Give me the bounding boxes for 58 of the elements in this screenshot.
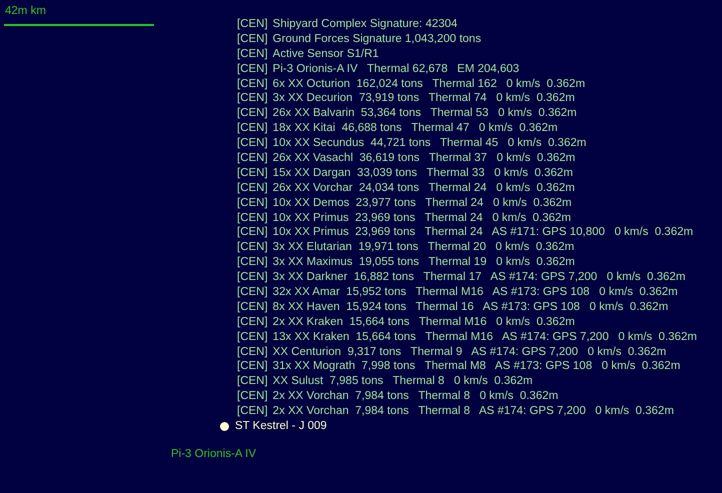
contact-tag: [CEN]: [237, 330, 268, 345]
contact-label: 10x XX Primus 23,969 tons Thermal 24 0 km/s 0.362m: [272, 210, 571, 226]
contact-tag: [CEN]: [237, 270, 268, 286]
planet-label: Pi-3 Orionis-A IV: [171, 447, 256, 461]
contact-tag: [CEN]: [237, 300, 268, 315]
contact-label: 2x XX Vorchan 7,984 tons Thermal 8 AS #174: GPS 7,200 0 km/s 0.362m: [272, 404, 674, 420]
contact-tag: [CEN]: [237, 285, 268, 300]
contact-tag: [CEN]: [237, 46, 268, 62]
contact-label: 26x XX Vasachl 36,619 tons Thermal 37 0 km/s 0.362m: [272, 151, 576, 166]
contact-tag: [CEN]: [237, 196, 268, 211]
contact-tag: [CEN]: [237, 121, 268, 136]
contact-label: Shipyard Complex Signature: 42304: [272, 17, 458, 32]
contact-tag: [CEN]: [237, 76, 268, 92]
contact-label: 31x XX Mograth 7,998 tons Thermal M8 AS #173: GPS 108 0 km/s 0.362m: [272, 359, 680, 374]
contact-tag: [CEN]: [237, 359, 268, 374]
contact-label: 3x XX Darkner 16,882 tons Thermal 17 AS #174: GPS 7,200 0 km/s 0.362m: [272, 270, 686, 286]
fleet-label: ST Kestrel - J 009: [235, 419, 327, 434]
fleet-icon[interactable]: [220, 422, 229, 432]
contact-tag: [CEN]: [237, 314, 268, 330]
contact-tag: [CEN]: [237, 91, 268, 106]
contact-label: XX Centurion 9,317 tons Thermal 9 AS #174: GPS 7,200 0 km/s 0.362m: [272, 344, 666, 360]
contact-label: 18x XX Kitai 46,688 tons Thermal 47 0 km/s 0.362m: [272, 121, 558, 136]
contact-label: 3x XX Maximus 19,055 tons Thermal 19 0 km/s 0.362m: [272, 255, 575, 270]
contact-label: 3x XX Elutarian 19,971 tons Thermal 20 0 km/s 0.362m: [272, 240, 574, 256]
contact-label: 32x XX Amar 15,952 tons Thermal M16 AS #173: GPS 108 0 km/s 0.362m: [272, 285, 678, 300]
contact-tag: [CEN]: [237, 225, 268, 240]
contact-label: Pi-3 Orionis-A IV Thermal 62,678 EM 204,603: [272, 62, 520, 77]
contact-label: 13x XX Kraken 15,664 tons Thermal M16 AS #174: GPS 7,200 0 km/s 0.362m: [272, 330, 697, 345]
scale-label: 42m km: [5, 4, 46, 18]
contact-label: Ground Forces Signature 1,043,200 tons: [272, 32, 482, 47]
contact-label: Active Sensor S1/R1: [272, 46, 379, 62]
contact-tag: [CEN]: [237, 151, 268, 166]
contact-tag: [CEN]: [237, 389, 268, 404]
contact-label: 26x XX Vorchar 24,034 tons Thermal 24 0 km/s 0.362m: [272, 180, 575, 196]
contact-tag: [CEN]: [237, 17, 268, 32]
contact-tag: [CEN]: [237, 240, 268, 256]
contact-label: 8x XX Haven 15,924 tons Thermal 16 AS #173: GPS 108 0 km/s 0.362m: [272, 300, 668, 315]
contact-label: 10x XX Primus 23,969 tons Thermal 24 AS #171: GPS 10,800 0 km/s 0.362m: [272, 225, 694, 240]
contact-tag: [CEN]: [237, 344, 268, 360]
contact-label: 15x XX Dargan 33,039 tons Thermal 33 0 km/s 0.362m: [272, 166, 573, 181]
contact-tag: [CEN]: [237, 255, 268, 270]
contact-label: 10x XX Secundus 44,721 tons Thermal 45 0 km/s 0.362m: [272, 136, 586, 152]
contact-tag: [CEN]: [237, 136, 268, 152]
contact-tag: [CEN]: [237, 32, 268, 47]
contact-label: 10x XX Demos 23,977 tons Thermal 24 0 km/s 0.362m: [272, 196, 572, 211]
contact-tag: [CEN]: [237, 106, 268, 122]
contact-label: 3x XX Decurion 73,919 tons Thermal 74 0 km/s 0.362m: [272, 91, 575, 106]
contact-tag: [CEN]: [237, 210, 268, 226]
contact-tag: [CEN]: [237, 180, 268, 196]
contact-label: 2x XX Kraken 15,664 tons Thermal M16 0 km/s 0.362m: [272, 314, 575, 330]
contact-tag: [CEN]: [237, 62, 268, 77]
contact-label: 2x XX Vorchan 7,984 tons Thermal 8 0 km/s 0.362m: [272, 389, 558, 404]
contact-tag: [CEN]: [237, 374, 268, 390]
contact-tag: [CEN]: [237, 166, 268, 181]
contact-tag: [CEN]: [237, 404, 268, 420]
contact-label: 26x XX Balvarin 53,364 tons Thermal 53 0 km/s 0.362m: [272, 106, 577, 122]
contact-label: 6x XX Octurion 162,024 tons Thermal 162 0 km/s 0.362m: [272, 76, 586, 92]
contact-label: XX Sulust 7,985 tons Thermal 8 0 km/s 0.362m: [272, 374, 533, 390]
